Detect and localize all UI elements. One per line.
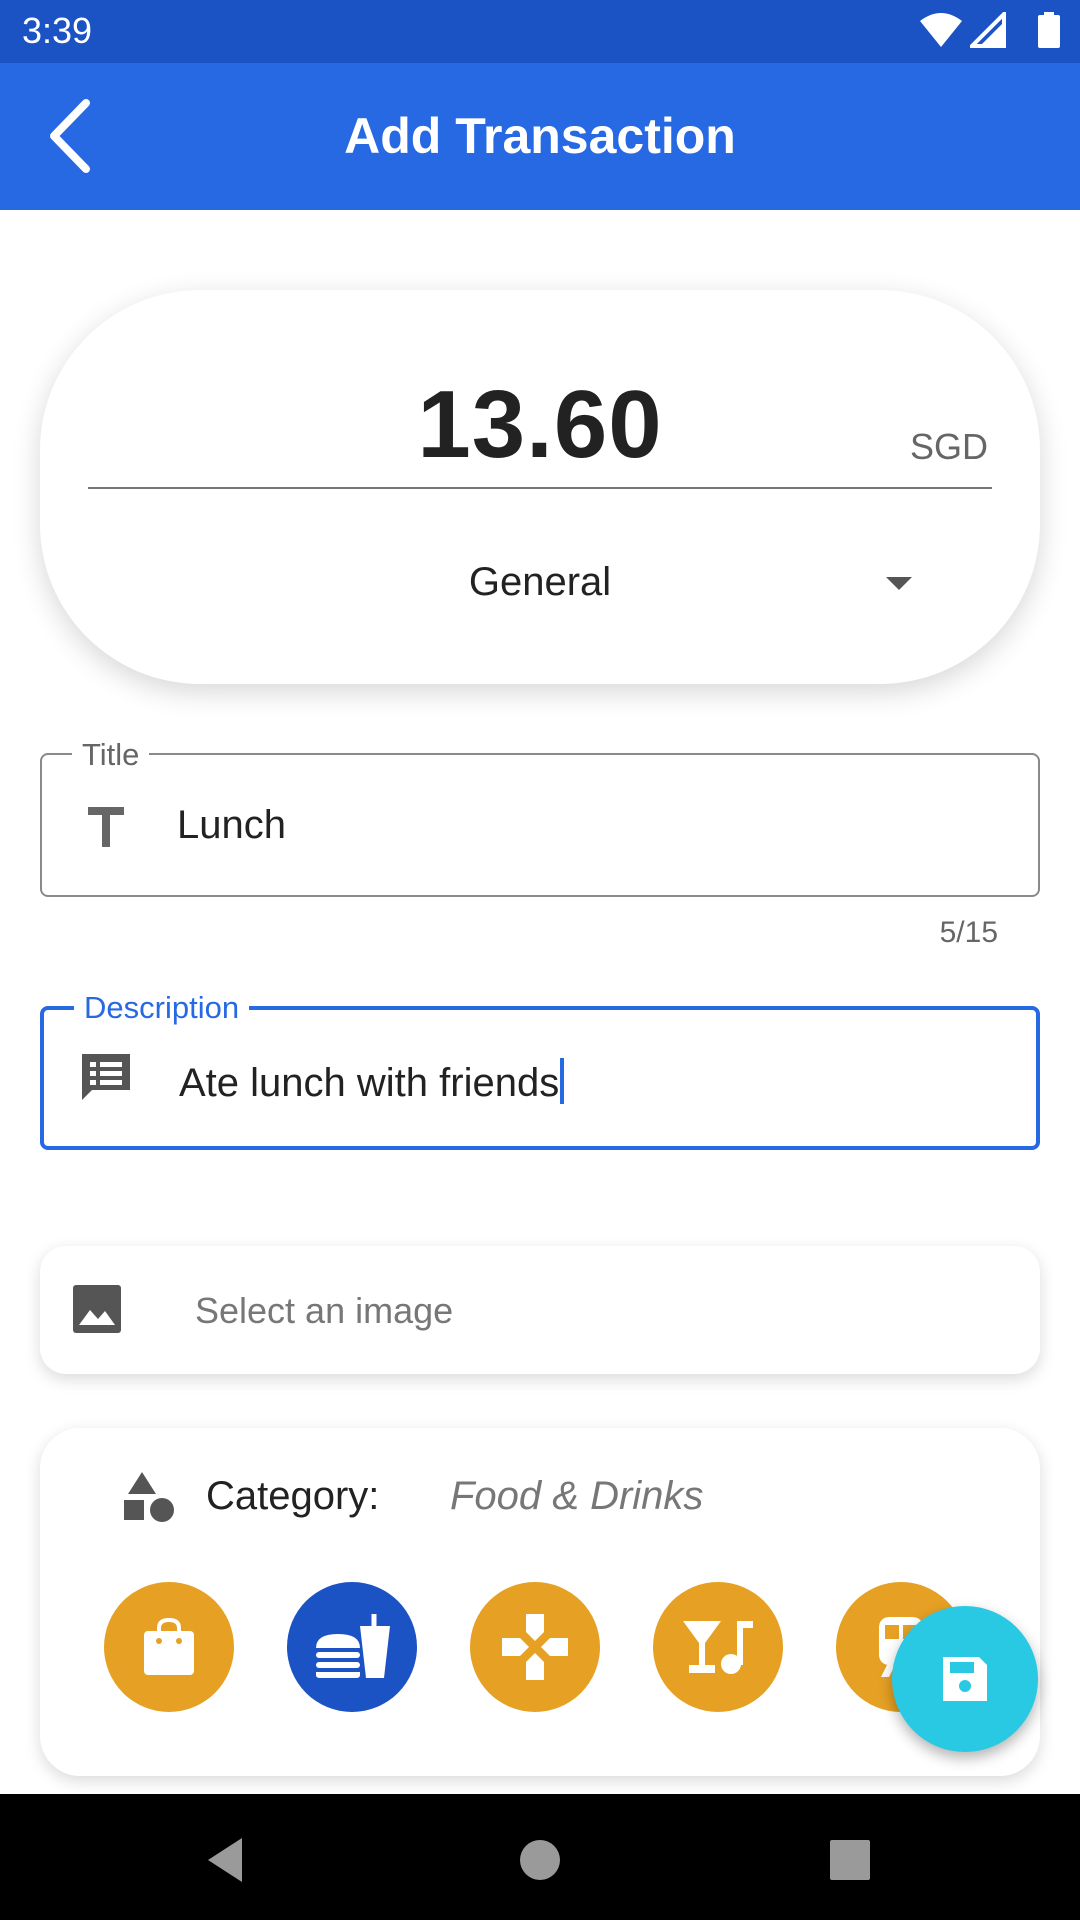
nightlife-icon	[683, 1621, 753, 1674]
shopping-bag-icon	[144, 1617, 194, 1675]
description-input[interactable]: Ate lunch with friends	[179, 1058, 565, 1106]
status-bar: 3:39	[0, 0, 1080, 63]
amount-input[interactable]: 13.60	[40, 370, 1040, 480]
image-icon	[73, 1285, 121, 1333]
save-button[interactable]	[892, 1606, 1038, 1752]
text-caret	[560, 1058, 565, 1104]
nav-recents-icon[interactable]	[822, 1832, 878, 1888]
title-field[interactable]: Title Lunch	[40, 737, 1040, 897]
category-food-button[interactable]	[287, 1582, 417, 1712]
nav-home-icon[interactable]	[512, 1832, 568, 1888]
text-title-icon	[88, 807, 124, 847]
title-input[interactable]: Lunch	[177, 803, 286, 848]
add-transaction-screen: 3:39 Add Transaction 13.60 SGD General T…	[0, 0, 1080, 1920]
category-nightlife-button[interactable]	[653, 1582, 783, 1712]
dropdown-arrow-icon	[886, 577, 912, 590]
category-label: Category:	[206, 1474, 380, 1518]
category-selected-value: Food & Drinks	[450, 1474, 704, 1518]
category-card: Category: Food & Drinks	[40, 1428, 1040, 1776]
status-time: 3:39	[22, 10, 93, 51]
nav-back-icon[interactable]	[200, 1832, 256, 1888]
description-text: Ate lunch with friends	[179, 1061, 560, 1105]
app-bar: Add Transaction	[0, 63, 1080, 210]
battery-icon	[1038, 12, 1060, 48]
wifi-icon	[920, 13, 962, 47]
title-field-label: Title	[72, 737, 150, 773]
description-field-label: Description	[74, 990, 250, 1026]
system-navigation-bar	[0, 1794, 1080, 1920]
page-title: Add Transaction	[344, 108, 736, 164]
comment-icon	[82, 1054, 130, 1100]
currency-label: SGD	[909, 426, 988, 467]
category-shopping-button[interactable]	[104, 1582, 234, 1712]
select-image-button[interactable]: Select an image	[40, 1246, 1040, 1374]
gamepad-icon	[502, 1614, 568, 1680]
amount-card: 13.60 SGD General	[40, 290, 1040, 684]
amount-underline	[88, 487, 992, 489]
description-field[interactable]: Description Ate lunch with friends	[40, 990, 1040, 1150]
save-icon	[943, 1657, 987, 1701]
category-games-button[interactable]	[470, 1582, 600, 1712]
title-char-counter: 5/15	[939, 916, 998, 949]
category-icon	[124, 1472, 174, 1522]
select-image-label: Select an image	[195, 1290, 454, 1331]
signal-icon	[970, 12, 1006, 48]
account-dropdown[interactable]: General	[40, 560, 1040, 620]
fastfood-icon	[316, 1614, 390, 1678]
